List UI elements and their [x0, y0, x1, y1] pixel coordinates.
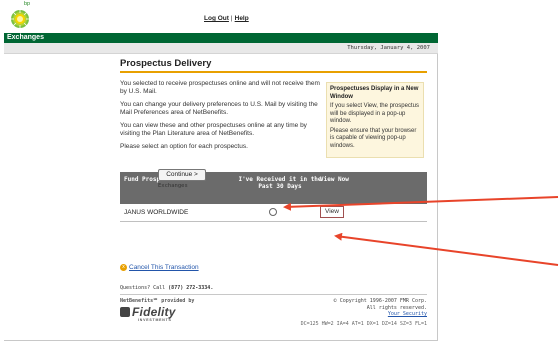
questions-prefix: Questions? Call: [120, 285, 169, 291]
phone-number: (877) 272-3334.: [168, 285, 214, 291]
header-view-now: View Now: [320, 176, 349, 183]
info-box-line: If you select View, the prospectus will …: [330, 103, 419, 124]
intro-text: You selected to receive prospectuses onl…: [120, 80, 325, 156]
footer-divider: [120, 294, 427, 295]
bp-logo-text: bp: [24, 1, 31, 7]
cancel-transaction: x Cancel This Transaction: [120, 264, 199, 271]
received-radio[interactable]: [269, 208, 277, 216]
cancel-x-icon: x: [120, 264, 127, 271]
fidelity-logo: Fidelity INVESTMENTS: [120, 305, 176, 322]
popup-info-box: Prospectuses Display in a New Window If …: [326, 82, 424, 158]
bp-logo[interactable]: bp: [10, 1, 34, 30]
page-title: Prospectus Delivery: [120, 58, 427, 73]
cancel-link[interactable]: Cancel This Transaction: [129, 264, 199, 271]
continue-button[interactable]: Continue >: [158, 169, 206, 181]
intro-paragraph: You can change your delivery preferences…: [120, 101, 318, 116]
info-box-line: Please ensure that your browser is capab…: [330, 127, 417, 149]
copyright-block: © Copyright 1996-2007 FMR Corp. All righ…: [334, 298, 427, 318]
fidelity-badge-icon: [120, 306, 130, 317]
fidelity-brand: Fidelity: [132, 305, 176, 319]
logout-link[interactable]: Log Out: [204, 15, 229, 22]
questions-line: Questions? Call (877) 272-3334.: [120, 285, 213, 291]
copyright-text: © Copyright 1996-2007 FMR Corp.: [333, 298, 427, 304]
section-title: Exchanges: [7, 34, 44, 41]
date-bar: Thursday, January 4, 2007: [4, 43, 438, 54]
intro-paragraph: You selected to receive prospectuses onl…: [120, 80, 320, 95]
continue-sub-label: Exchanges: [158, 183, 188, 189]
fund-name: JANUS WORLDWIDE: [124, 209, 189, 216]
top-links: Log Out | Help: [204, 15, 249, 22]
intro-paragraph: Please select an option for each prospec…: [120, 143, 248, 150]
help-link[interactable]: Help: [235, 15, 249, 22]
debug-params: DC=125 HW=2 IA=4 AT=1 DX=1 DZ=14 SZ=3 FL…: [300, 321, 427, 327]
table-row: JANUS WORLDWIDE View: [120, 204, 427, 222]
fidelity-sub: INVESTMENTS: [138, 318, 172, 322]
main-content: Prospectus Delivery You selected to rece…: [120, 58, 427, 222]
bp-helios-icon: [11, 10, 29, 28]
page-frame: bp Log Out | Help Exchanges Thursday, Janu…: [0, 0, 560, 346]
header-received: I've Received it in the Past 30 Days: [238, 176, 322, 190]
header: bp Log Out | Help: [4, 0, 438, 33]
view-button[interactable]: View: [320, 206, 344, 218]
info-box-title: Prospectuses Display in a New Window: [330, 86, 419, 100]
current-date: Thursday, January 4, 2007: [347, 45, 430, 51]
section-nav-bar: Exchanges: [4, 33, 438, 43]
provided-by: NetBenefits℠ provided by: [120, 298, 195, 304]
security-link[interactable]: Your Security: [334, 311, 427, 318]
intro-paragraph: You can view these and other prospectuse…: [120, 122, 307, 137]
